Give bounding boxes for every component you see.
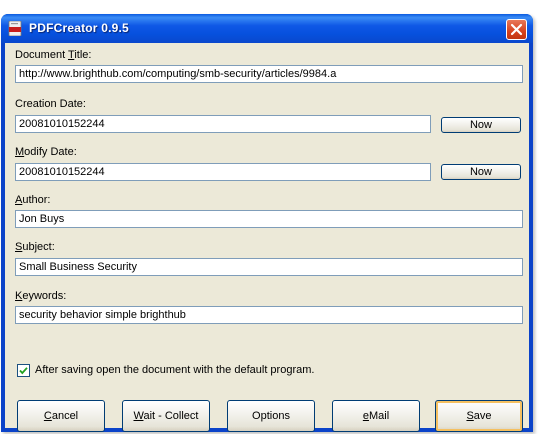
pdfcreator-app-icon — [8, 21, 22, 36]
keywords-field[interactable]: security behavior simple brighthub — [15, 306, 523, 324]
author-label: Author: — [15, 194, 51, 206]
creation-date-label: Creation Date: — [15, 98, 86, 110]
pdfcreator-window: PDFCreator 0.9.5 Document Title: http://… — [1, 14, 533, 432]
close-button[interactable] — [506, 19, 527, 40]
subject-label: Subject: — [15, 241, 55, 253]
window-title: PDFCreator 0.9.5 — [29, 21, 129, 35]
close-icon — [510, 23, 523, 36]
email-button[interactable]: eMail — [332, 400, 420, 432]
document-title-label: Document Title: — [15, 49, 92, 61]
author-field[interactable]: Jon Buys — [15, 210, 523, 228]
dialog-body: Document Title: http://www.brighthub.com… — [5, 43, 529, 432]
subject-field[interactable]: Small Business Security — [15, 258, 523, 276]
options-button[interactable]: Options — [227, 400, 315, 432]
cancel-button[interactable]: Cancel — [17, 400, 105, 432]
checkmark-icon — [19, 367, 28, 375]
creation-date-field[interactable]: 20081010152244 — [15, 115, 431, 133]
modify-date-field[interactable]: 20081010152244 — [15, 163, 431, 181]
modify-date-now-button[interactable]: Now — [441, 164, 521, 180]
save-button[interactable]: Save — [435, 400, 523, 432]
creation-date-now-button[interactable]: Now — [441, 117, 521, 133]
document-title-field[interactable]: http://www.brighthub.com/computing/smb-s… — [15, 65, 523, 83]
keywords-label: Keywords: — [15, 290, 67, 302]
wait-collect-button[interactable]: Wait - Collect — [122, 400, 210, 432]
modify-date-label: Modify Date: — [15, 146, 77, 158]
open-after-saving-checkbox[interactable] — [17, 364, 30, 377]
title-bar[interactable]: PDFCreator 0.9.5 — [1, 14, 533, 43]
open-after-saving-label: After saving open the document with the … — [35, 364, 315, 376]
